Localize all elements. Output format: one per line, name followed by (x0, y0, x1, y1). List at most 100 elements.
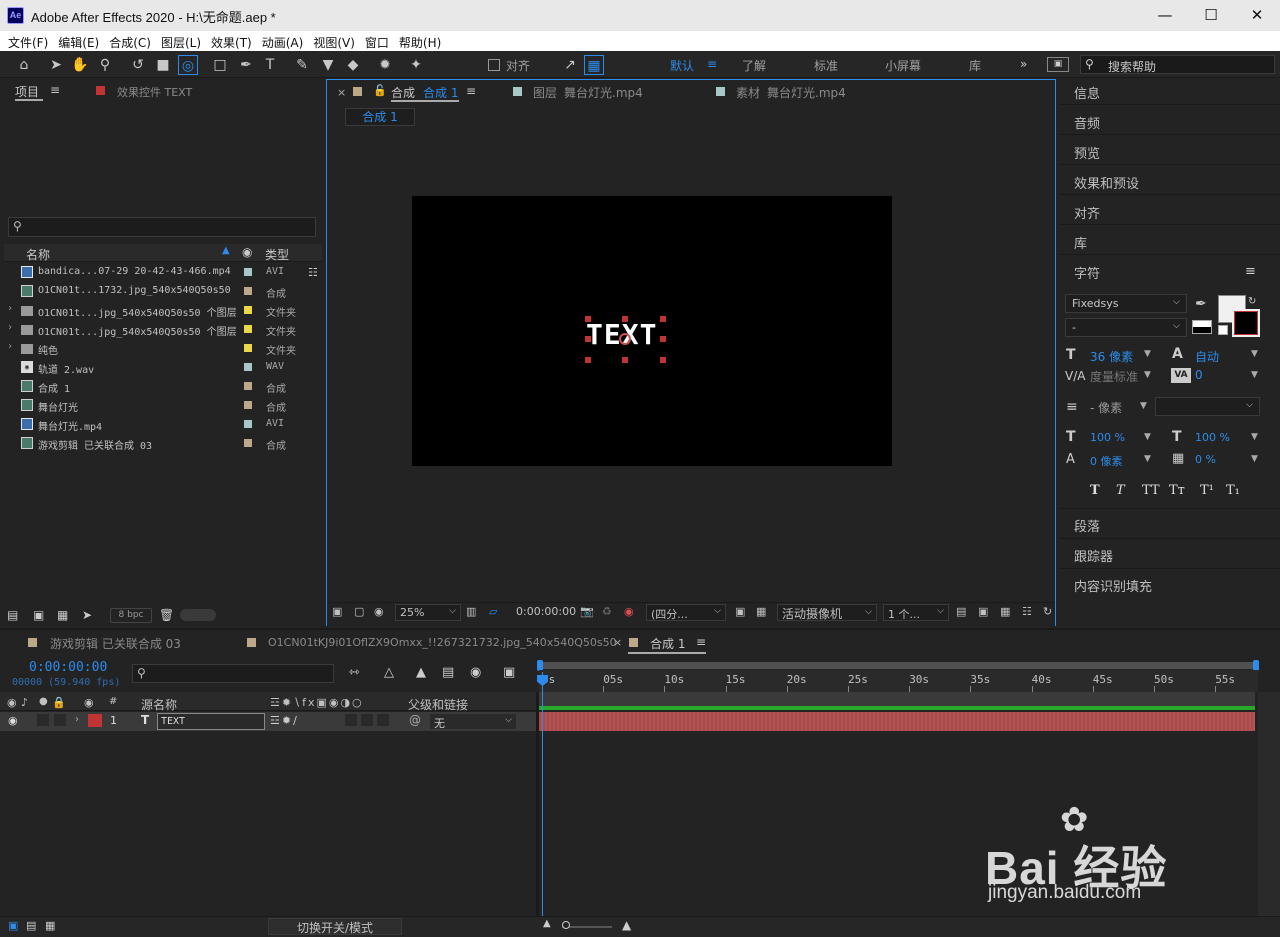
workspace-default[interactable]: 默认 (670, 57, 694, 74)
shy-layers-icon[interactable]: ▲ (416, 665, 426, 680)
project-item[interactable]: bandica...07-29 20-42-43-466.mp4 AVI (4, 263, 322, 282)
expand-arrow-icon[interactable]: › (7, 303, 13, 314)
bbox-handle[interactable] (660, 336, 666, 342)
thumbnail-zoom-slider[interactable] (180, 609, 216, 621)
new-composition-icon[interactable]: ▦ (57, 608, 68, 622)
font-style-select[interactable]: - ⌵ (1065, 318, 1187, 337)
eyedropper-icon[interactable]: ✒ (1195, 296, 1207, 312)
workspace-menu-icon[interactable]: ≡ (707, 57, 717, 71)
panel-effects-presets[interactable]: 效果和预设 (1074, 173, 1139, 192)
layer-switches-icon[interactable]: ☲✹∕ (270, 714, 299, 727)
baseline-shift-value[interactable]: 0 像素 (1090, 453, 1123, 469)
project-item[interactable]: O1CN01t...1732.jpg_540x540Q50s50 合成 (4, 282, 322, 301)
menu-layer[interactable]: 图层(L) (153, 31, 201, 51)
motion-blur-switch[interactable] (345, 714, 357, 726)
panel-audio[interactable]: 音频 (1074, 113, 1100, 132)
swap-fill-stroke-icon[interactable]: ↻ (1248, 296, 1256, 307)
hand-tool-icon[interactable]: ✋ (70, 55, 90, 75)
menu-help[interactable]: 帮助(H) (391, 31, 441, 51)
timeline-tab-jpg-comp[interactable]: O1CN01tKJ9i01OflZX9Omxx_!!267321732.jpg_… (268, 636, 617, 649)
faux-italic-button[interactable]: T (1116, 483, 1125, 498)
switches-header-icon[interactable]: ☲✹∖fx▣◉◑○ (270, 696, 364, 709)
zoom-out-icon[interactable]: ▲ (543, 918, 551, 929)
project-item[interactable]: 合成 1 合成 (4, 377, 322, 396)
adjust-settings-icon[interactable]: ➤ (82, 608, 92, 622)
tab-effect-controls[interactable]: 效果控件 TEXT (117, 84, 192, 100)
lock-switch[interactable] (54, 714, 66, 726)
work-area-bar[interactable] (539, 662, 1258, 669)
pen-tool-icon[interactable]: ✒ (236, 55, 256, 75)
panel-info[interactable]: 信息 (1074, 83, 1100, 102)
adjustment-switch[interactable] (361, 714, 373, 726)
region-of-interest-icon[interactable]: ▣ (735, 605, 745, 618)
expand-arrow-icon[interactable]: › (7, 322, 13, 333)
puppet-tool-icon[interactable]: ✦ (406, 55, 426, 75)
expand-arrow-icon[interactable]: › (75, 714, 79, 725)
label-swatch[interactable] (244, 268, 252, 276)
panel-align[interactable]: 对齐 (1074, 203, 1100, 222)
tab-project[interactable]: 项目 (15, 83, 39, 100)
draft-3d-icon[interactable]: △ (384, 665, 394, 680)
workspace-small-screen[interactable]: 小屏幕 (885, 57, 921, 74)
tab-footage-prefix[interactable]: 素材 (736, 84, 760, 101)
3d-switch[interactable] (377, 714, 389, 726)
label-column-icon[interactable]: ◉ (242, 245, 252, 259)
kerning-value[interactable]: 度量标准 (1090, 368, 1138, 385)
audio-switch[interactable] (37, 714, 49, 726)
project-item[interactable]: 游戏剪辑 已关联合成 03 合成 (4, 434, 322, 453)
anchor-point-icon[interactable] (619, 333, 631, 345)
bbox-handle[interactable] (585, 357, 591, 363)
current-time-indicator[interactable] (542, 672, 543, 917)
panel-preview[interactable]: 预览 (1074, 143, 1100, 162)
close-tab-icon[interactable]: × (613, 636, 622, 649)
chevron-down-icon[interactable]: ▼ (1251, 370, 1258, 380)
comp-flowchart-icon[interactable]: ☷ (1022, 605, 1032, 618)
monitor-icon[interactable]: ▢ (354, 605, 364, 618)
sort-ascending-icon[interactable]: ▲ (222, 245, 230, 256)
bbox-handle[interactable] (660, 357, 666, 363)
chevron-down-icon[interactable]: ▼ (1144, 432, 1151, 442)
tab-footage-name[interactable]: 舞台灯光.mp4 (767, 84, 846, 101)
clone-stamp-tool-icon[interactable]: ▼ (318, 55, 338, 75)
tsume-value[interactable]: 0 % (1195, 453, 1216, 466)
rotate-tool-icon[interactable]: ↺ (128, 55, 148, 75)
font-size-value[interactable]: 36 像素 (1090, 348, 1133, 365)
chevron-down-icon[interactable]: ▼ (1144, 349, 1151, 359)
toggle-pixel-aspect-icon[interactable]: ▤ (956, 605, 966, 618)
fast-previews-icon[interactable]: ▣ (978, 605, 988, 618)
vertical-scale-value[interactable]: 100 % (1090, 431, 1125, 444)
composition-mini-flowchart-icon[interactable]: ⇿ (349, 665, 360, 680)
swap-colors-icon[interactable] (1192, 320, 1212, 334)
maximize-button[interactable]: ☐ (1188, 0, 1234, 31)
parent-link-header[interactable]: 父级和链接 (408, 696, 468, 713)
bbox-handle[interactable] (585, 316, 591, 322)
project-item[interactable]: 舞台灯光 合成 (4, 396, 322, 415)
flowchart-icon[interactable]: ☷ (308, 266, 318, 279)
tracking-value[interactable]: 0 (1195, 368, 1203, 382)
menu-animation[interactable]: 动画(A) (254, 31, 304, 51)
tab-layer-name[interactable]: 舞台灯光.mp4 (564, 84, 643, 101)
reset-exposure-icon[interactable]: ↻ (1043, 605, 1052, 618)
menu-window[interactable]: 窗口 (357, 31, 389, 51)
comp-breadcrumb[interactable]: 合成 1 (345, 108, 415, 126)
zoom-select[interactable]: 25% ⌵ (395, 604, 461, 621)
roto-brush-tool-icon[interactable]: ✹ (375, 55, 395, 75)
transparency-grid-icon[interactable]: ▦ (756, 605, 766, 618)
project-folder-item[interactable]: › O1CN01t...jpg_540x540Q50s50 个图层 文件夹 (4, 301, 322, 320)
layer-duration-bar[interactable] (539, 712, 1255, 731)
pick-whip-icon[interactable]: @ (409, 713, 421, 727)
column-name[interactable]: 名称 (26, 246, 50, 263)
workspace-learn[interactable]: 了解 (742, 57, 766, 74)
bbox-handle[interactable] (622, 357, 628, 363)
delete-icon[interactable]: 🗑 (159, 608, 174, 622)
selection-tool-icon[interactable]: ➤ (46, 55, 66, 75)
stroke-width-value[interactable]: - 像素 (1090, 399, 1122, 416)
minimize-button[interactable]: — (1142, 0, 1188, 31)
motion-blur-icon[interactable]: ◉ (470, 665, 481, 680)
timeline-current-time[interactable]: 0:00:00:00 (29, 660, 107, 675)
chevron-down-icon[interactable]: ▼ (1144, 370, 1151, 380)
label-swatch[interactable] (244, 344, 252, 352)
menu-file[interactable]: 文件(F) (0, 31, 48, 51)
timeline-tab-comp1[interactable]: 合成 1 (650, 635, 685, 652)
camera-select[interactable]: 活动摄像机 ⌵ (777, 604, 877, 621)
